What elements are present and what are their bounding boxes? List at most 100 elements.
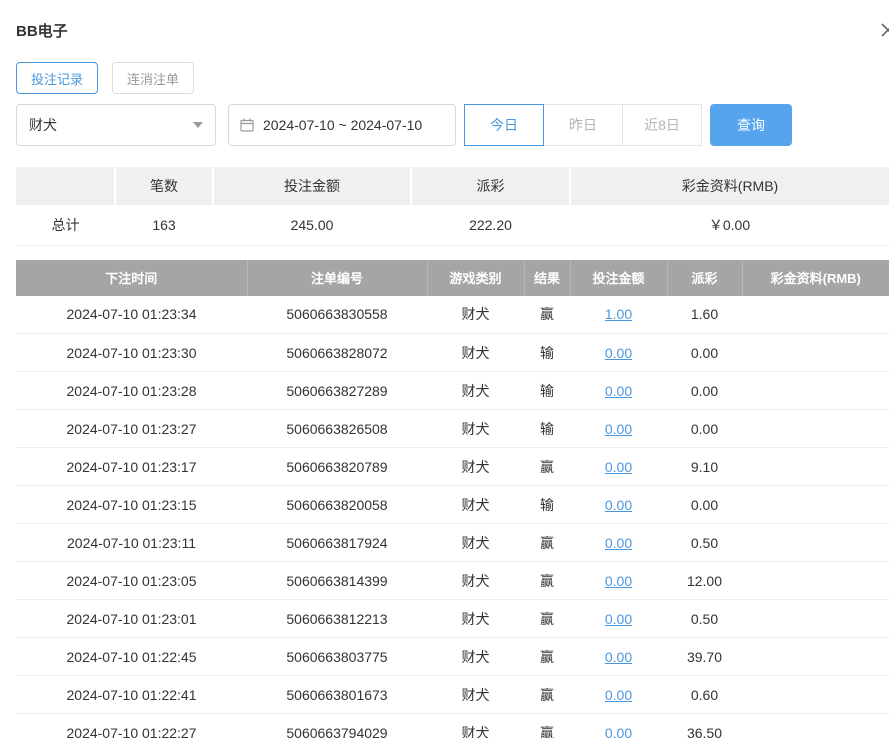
summary-total-row: 总计 163 245.00 222.20 ￥0.00 [16,205,889,245]
summary-table: 笔数 投注金额 派彩 彩金资料(RMB) 总计 163 245.00 222.2… [16,167,889,246]
tab-combo-orders[interactable]: 连消注单 [112,62,194,94]
result-cell: 输 [524,334,570,372]
table-row: 2024-07-10 01:23:015060663812213财犬赢0.000… [16,600,889,638]
result-cell: 赢 [524,714,570,738]
game-type-cell: 财犬 [427,638,524,676]
result-cell: 输 [524,486,570,524]
game-type-cell: 财犬 [427,372,524,410]
date-range-value: 2024-07-10 ~ 2024-07-10 [263,117,422,133]
tab-bar: 投注记录 连消注单 [16,62,873,94]
payout-cell: 0.00 [667,486,742,524]
result-cell: 赢 [524,448,570,486]
bonus-cell [742,296,889,334]
payout-cell: 39.70 [667,638,742,676]
summary-header-blank [16,167,115,205]
result-cell: 赢 [524,638,570,676]
game-select-value: 财犬 [29,115,57,135]
result-cell: 输 [524,410,570,448]
bet-time-cell: 2024-07-10 01:22:45 [16,638,247,676]
payout-cell: 0.00 [667,334,742,372]
result-cell: 赢 [524,600,570,638]
result-cell: 赢 [524,676,570,714]
table-row: 2024-07-10 01:22:275060663794029财犬赢0.003… [16,714,889,738]
bet-amount-link[interactable]: 0.00 [605,687,632,703]
bet-amount-link[interactable]: 0.00 [605,611,632,627]
col-header-bet-amount: 投注金额 [570,260,667,296]
bet-time-cell: 2024-07-10 01:23:01 [16,600,247,638]
bet-amount-cell: 0.00 [570,486,667,524]
bet-amount-link[interactable]: 0.00 [605,421,632,437]
game-type-cell: 财犬 [427,562,524,600]
order-id-cell: 5060663812213 [247,600,427,638]
table-row: 2024-07-10 01:23:305060663828072财犬输0.000… [16,334,889,372]
quick-last8days-button[interactable]: 近8日 [622,104,702,146]
order-id-cell: 5060663820058 [247,486,427,524]
date-range-input[interactable]: 2024-07-10 ~ 2024-07-10 [228,104,456,146]
bet-amount-cell: 0.00 [570,638,667,676]
bonus-cell [742,372,889,410]
bet-amount-link[interactable]: 0.00 [605,383,632,399]
summary-header-bet-amount: 投注金额 [213,167,411,205]
bet-amount-link[interactable]: 1.00 [605,306,632,322]
game-type-cell: 财犬 [427,524,524,562]
payout-cell: 0.00 [667,372,742,410]
bet-table: 下注时间 注单编号 游戏类别 结果 投注金额 派彩 彩金资料(RMB) 2024… [16,260,889,738]
filter-bar: 财犬 2024-07-10 ~ 2024-07-10 今日 昨日 近8日 查询 [16,104,873,146]
col-header-payout: 派彩 [667,260,742,296]
bet-table-body: 2024-07-10 01:23:345060663830558财犬赢1.001… [16,296,889,738]
search-button[interactable]: 查询 [710,104,792,146]
bonus-cell [742,486,889,524]
bet-amount-link[interactable]: 0.00 [605,459,632,475]
summary-payout-value: 222.20 [411,205,570,245]
bet-amount-cell: 0.00 [570,600,667,638]
order-id-cell: 5060663826508 [247,410,427,448]
bet-amount-cell: 0.00 [570,448,667,486]
col-header-bonus: 彩金资料(RMB) [742,260,889,296]
bet-amount-cell: 0.00 [570,372,667,410]
payout-cell: 36.50 [667,714,742,738]
summary-bet-amount-value: 245.00 [213,205,411,245]
order-id-cell: 5060663803775 [247,638,427,676]
bet-amount-cell: 0.00 [570,714,667,738]
titlebar: BB电子 [16,18,873,42]
bet-amount-link[interactable]: 0.00 [605,725,632,738]
bet-amount-link[interactable]: 0.00 [605,649,632,665]
quick-today-button[interactable]: 今日 [464,104,544,146]
bonus-cell [742,638,889,676]
bet-amount-link[interactable]: 0.00 [605,345,632,361]
summary-header-count: 笔数 [115,167,213,205]
table-row: 2024-07-10 01:23:155060663820058财犬输0.000… [16,486,889,524]
payout-cell: 9.10 [667,448,742,486]
bet-time-cell: 2024-07-10 01:23:28 [16,372,247,410]
result-cell: 赢 [524,524,570,562]
game-select[interactable]: 财犬 [16,104,216,146]
summary-bonus-value: ￥0.00 [570,205,889,245]
bet-amount-link[interactable]: 0.00 [605,573,632,589]
close-icon[interactable] [880,22,889,38]
game-type-cell: 财犬 [427,714,524,738]
result-cell: 赢 [524,296,570,334]
summary-count-value: 163 [115,205,213,245]
bonus-cell [742,410,889,448]
bet-amount-link[interactable]: 0.00 [605,497,632,513]
quick-yesterday-button[interactable]: 昨日 [543,104,623,146]
col-header-game-type: 游戏类别 [427,260,524,296]
order-id-cell: 5060663794029 [247,714,427,738]
bet-table-header-row: 下注时间 注单编号 游戏类别 结果 投注金额 派彩 彩金资料(RMB) [16,260,889,296]
col-header-order-id: 注单编号 [247,260,427,296]
result-cell: 输 [524,372,570,410]
game-type-cell: 财犬 [427,676,524,714]
table-row: 2024-07-10 01:23:175060663820789财犬赢0.009… [16,448,889,486]
order-id-cell: 5060663828072 [247,334,427,372]
bonus-cell [742,714,889,738]
bonus-cell [742,448,889,486]
summary-header-payout: 派彩 [411,167,570,205]
game-type-cell: 财犬 [427,410,524,448]
bet-amount-link[interactable]: 0.00 [605,535,632,551]
bet-amount-cell: 0.00 [570,524,667,562]
bonus-cell [742,334,889,372]
tab-bet-records[interactable]: 投注记录 [16,62,98,94]
bet-time-cell: 2024-07-10 01:23:34 [16,296,247,334]
table-row: 2024-07-10 01:23:055060663814399财犬赢0.001… [16,562,889,600]
bet-time-cell: 2024-07-10 01:23:11 [16,524,247,562]
